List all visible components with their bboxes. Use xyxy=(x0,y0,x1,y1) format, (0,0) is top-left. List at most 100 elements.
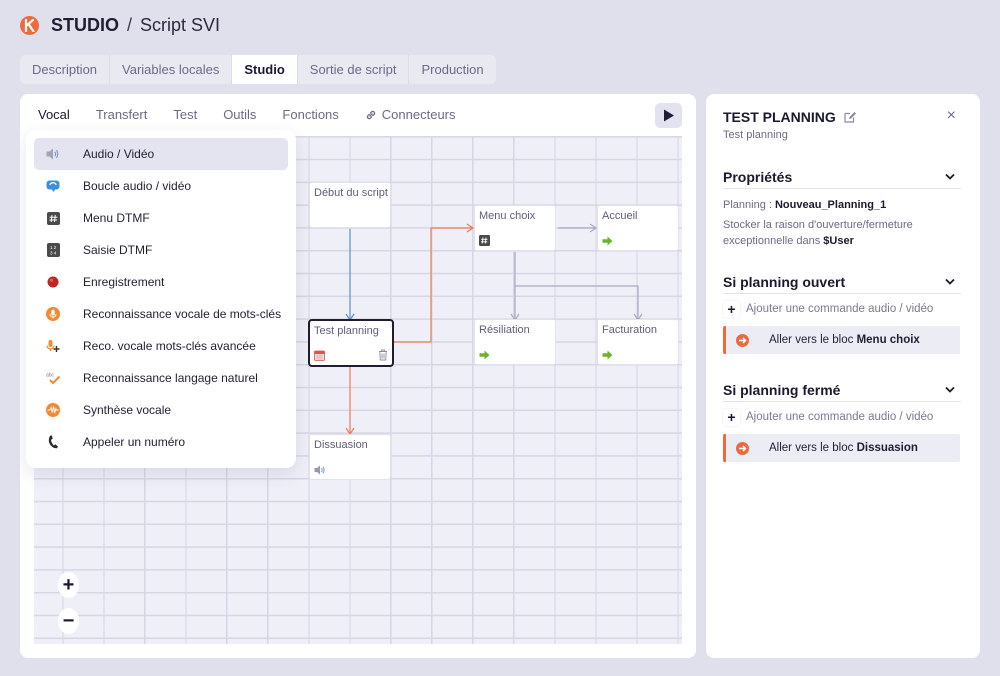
store-reason-property: Stocker la raison d'ouverture/fermeture … xyxy=(723,217,963,249)
plus-icon: + xyxy=(723,300,740,318)
section-title: Si planning ouvert xyxy=(723,273,846,290)
subtab-vocal[interactable]: Vocal xyxy=(38,107,70,122)
node-title: Facturation xyxy=(602,324,658,336)
flow-node-debut[interactable]: Début du script xyxy=(309,182,391,228)
svg-text:1 2: 1 2 xyxy=(50,245,57,250)
page-title: Script SVI xyxy=(140,14,221,35)
node-title: Début du script xyxy=(314,187,388,199)
add-audio-command-closed[interactable]: + Ajouter une commande audio / vidéo xyxy=(723,407,933,427)
subtab-outils[interactable]: Outils xyxy=(223,107,256,122)
edge-menu-to-facturation xyxy=(515,285,639,319)
goto-text: Aller vers le bloc Menu choix xyxy=(769,334,920,346)
chevron-down-icon[interactable] xyxy=(945,386,955,393)
app-logo-icon xyxy=(20,15,39,35)
node-title: Test planning xyxy=(314,325,379,337)
hash-keypad-icon xyxy=(45,210,61,226)
menu-item-label: Boucle audio / vidéo xyxy=(83,179,192,193)
section-proprietes[interactable]: Propriétés xyxy=(723,165,961,189)
node-title: Résiliation xyxy=(479,324,530,336)
brand-title: STUDIO xyxy=(51,14,120,35)
numeric-keypad-icon: 1 23 4 xyxy=(45,242,61,258)
tab-description[interactable]: Description xyxy=(20,55,111,84)
speaker-icon xyxy=(314,465,326,475)
menu-item-label: Reconnaissance langage naturel xyxy=(83,371,258,385)
subtab-test[interactable]: Test xyxy=(173,107,197,122)
plus-icon: + xyxy=(723,408,740,426)
flow-node-menu-choix[interactable]: Menu choix xyxy=(474,205,556,251)
menu-item-label: Menu DTMF xyxy=(83,211,150,225)
section-planning-ouvert[interactable]: Si planning ouvert xyxy=(723,270,961,294)
planning-value: Nouveau_Planning_1 xyxy=(774,199,887,211)
menu-item-appeler-numero[interactable]: Appeler un numéro xyxy=(34,426,288,458)
microphone-plus-icon xyxy=(45,338,61,354)
chevron-down-icon[interactable] xyxy=(945,173,955,180)
tab-production[interactable]: Production xyxy=(409,55,495,84)
delete-node-button[interactable] xyxy=(378,349,388,361)
block-subtitle: Test planning xyxy=(723,129,788,141)
flow-node-resiliation[interactable]: Résiliation xyxy=(474,319,556,365)
play-icon xyxy=(663,109,674,122)
record-icon xyxy=(45,274,61,290)
tab-studio[interactable]: Studio xyxy=(232,55,298,84)
green-arrow-icon xyxy=(602,350,613,360)
planning-property: Planning : Nouveau_Planning_1 xyxy=(723,197,963,213)
microphone-icon xyxy=(45,306,61,322)
menu-item-reconnaissance-vocale[interactable]: Reconnaissance vocale de mots-clés xyxy=(34,298,288,330)
menu-item-enregistrement[interactable]: Enregistrement xyxy=(34,266,288,298)
menu-item-label: Appeler un numéro xyxy=(83,435,186,449)
goto-block-closed[interactable]: Aller vers le bloc Dissuasion xyxy=(723,434,960,462)
menu-item-menu-dtmf[interactable]: Menu DTMF xyxy=(34,202,288,234)
orange-arrow-circle-icon xyxy=(736,333,749,347)
block-category-tabs: Vocal Transfert Test Outils Fonctions Co… xyxy=(38,107,482,122)
section-title: Si planning fermé xyxy=(723,381,841,398)
menu-item-saisie-dtmf[interactable]: 1 23 4 Saisie DTMF xyxy=(34,234,288,266)
menu-item-synthese-vocale[interactable]: Synthèse vocale xyxy=(34,394,288,426)
section-title: Propriétés xyxy=(723,168,793,185)
flow-node-dissuasion[interactable]: Dissuasion xyxy=(309,434,391,480)
menu-item-label: Audio / Vidéo xyxy=(83,147,155,161)
block-title: TEST PLANNING xyxy=(723,109,857,125)
flow-node-facturation[interactable]: Facturation xyxy=(597,319,679,365)
flow-node-accueil[interactable]: Accueil xyxy=(597,205,679,251)
run-button[interactable] xyxy=(655,103,682,128)
close-panel-button[interactable]: × xyxy=(947,107,956,125)
node-title: Menu choix xyxy=(479,210,536,222)
add-audio-command-open[interactable]: + Ajouter une commande audio / vidéo xyxy=(723,299,933,319)
menu-item-label: Reco. vocale mots-clés avancée xyxy=(83,339,256,353)
goto-block-open[interactable]: Aller vers le bloc Menu choix xyxy=(723,326,960,354)
node-title: Accueil xyxy=(602,210,638,222)
planning-label: Planning : xyxy=(723,199,775,211)
trash-icon xyxy=(379,349,387,361)
menu-item-label: Reconnaissance vocale de mots-clés xyxy=(83,307,282,321)
tab-sortie-de-script[interactable]: Sortie de script xyxy=(298,55,410,84)
store-reason-variable: $User xyxy=(823,235,854,247)
zoom-in-button[interactable]: + xyxy=(58,572,79,598)
node-title: Dissuasion xyxy=(314,439,368,451)
phone-icon xyxy=(45,434,61,450)
header: STUDIO / Script SVI xyxy=(20,13,220,37)
hash-keypad-icon xyxy=(479,235,490,246)
subtab-connecteurs-label: Connecteurs xyxy=(381,107,456,122)
subtab-transfert[interactable]: Transfert xyxy=(96,107,148,122)
subtab-connecteurs[interactable]: Connecteurs xyxy=(365,107,456,122)
chevron-down-icon[interactable] xyxy=(945,278,955,285)
calendar-icon xyxy=(314,350,325,361)
tab-variables-locales[interactable]: Variables locales xyxy=(110,55,233,84)
abc-check-icon: abc xyxy=(45,370,61,386)
subtab-fonctions[interactable]: Fonctions xyxy=(282,107,338,122)
menu-item-boucle-audio-video[interactable]: Boucle audio / vidéo xyxy=(34,170,288,202)
waveform-icon xyxy=(45,402,61,418)
menu-item-audio-video[interactable]: Audio / Vidéo xyxy=(34,138,288,170)
menu-item-langage-naturel[interactable]: abc Reconnaissance langage naturel xyxy=(34,362,288,394)
store-reason-text: Stocker la raison d'ouverture/fermeture … xyxy=(723,219,913,247)
svg-text:abc: abc xyxy=(46,373,55,379)
goto-target: Menu choix xyxy=(856,334,920,346)
green-arrow-icon xyxy=(479,350,490,360)
block-properties-panel: TEST PLANNING Test planning × Propriétés… xyxy=(706,94,980,658)
edit-icon[interactable] xyxy=(844,111,857,123)
zoom-out-button[interactable]: − xyxy=(58,608,79,634)
goto-prefix: Aller vers le bloc xyxy=(769,442,857,454)
menu-item-reco-vocale-avancee[interactable]: Reco. vocale mots-clés avancée xyxy=(34,330,288,362)
flow-node-test-planning[interactable]: Test planning xyxy=(308,319,394,367)
section-planning-ferme[interactable]: Si planning fermé xyxy=(723,378,961,402)
